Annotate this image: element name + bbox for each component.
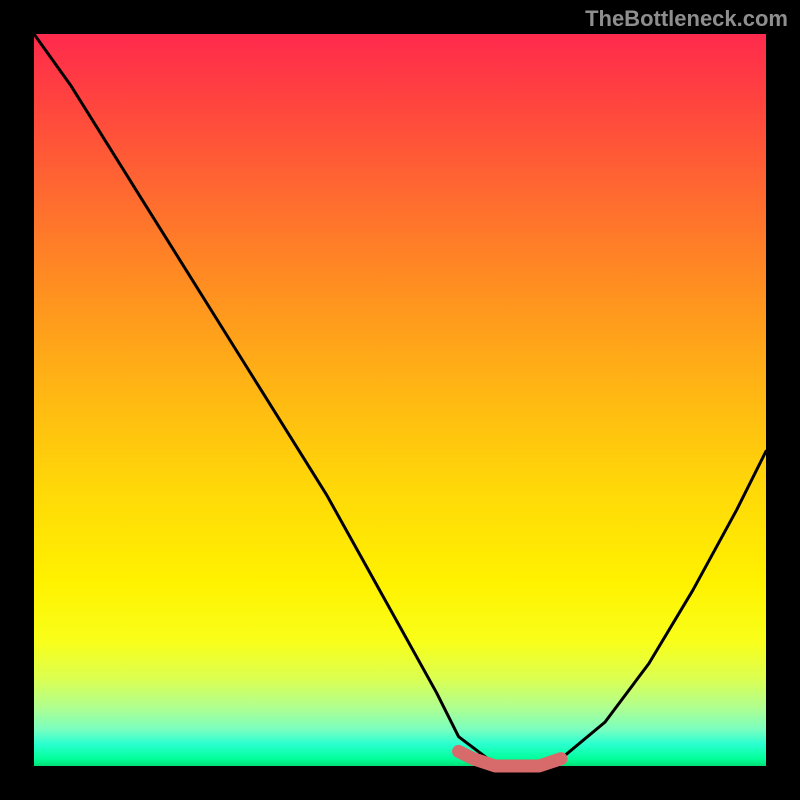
bottleneck-curve-line: [34, 34, 766, 766]
chart-plot-area: [34, 34, 766, 766]
watermark-text: TheBottleneck.com: [585, 6, 788, 32]
chart-container: TheBottleneck.com: [0, 0, 800, 800]
optimal-marker-line: [459, 751, 561, 766]
chart-svg: [34, 34, 766, 766]
